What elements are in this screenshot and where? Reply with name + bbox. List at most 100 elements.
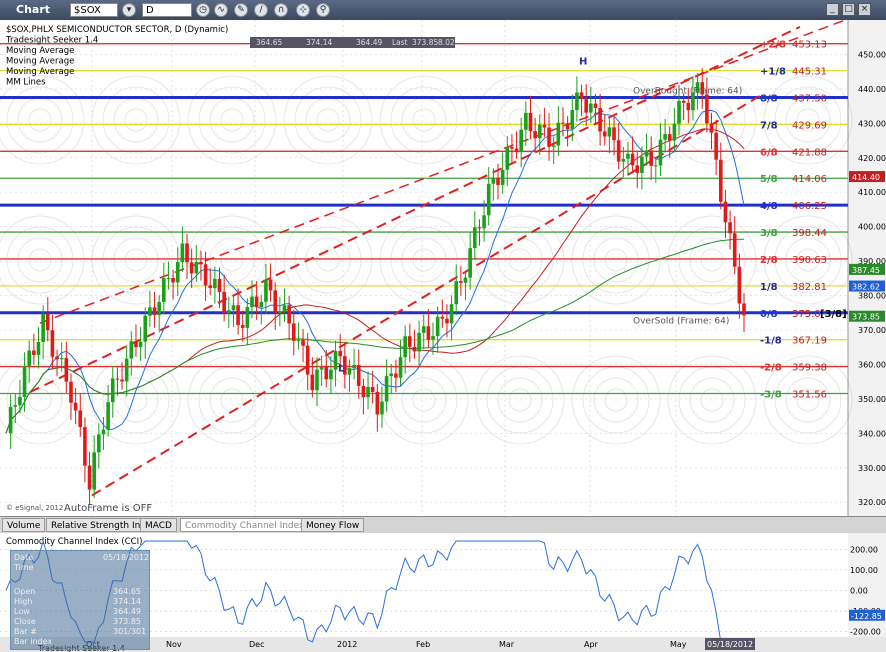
symbol-input[interactable]: $SOX (70, 3, 118, 17)
quote-strip-value: 364.49 (356, 38, 382, 47)
candle-body (106, 402, 110, 430)
candle-body (120, 379, 124, 382)
candle-body (486, 183, 491, 216)
candle-body (491, 177, 496, 184)
candle-body (607, 127, 612, 137)
quote-strip-value: 8.02 (438, 38, 455, 47)
candle-body (640, 156, 644, 173)
line-tool-icon[interactable]: / (254, 3, 268, 17)
candle-body (87, 465, 92, 490)
price-tick-label: 450.00 (858, 50, 886, 59)
candle-body (635, 165, 640, 173)
link-icon[interactable]: ⚲ (316, 3, 330, 17)
candle-body (231, 305, 236, 311)
candle-body (612, 127, 616, 141)
time-axis-label: Apr (584, 640, 599, 649)
candle-body (175, 262, 180, 283)
interval-input[interactable]: D (142, 3, 192, 17)
candle-body (18, 397, 22, 406)
candle-body (115, 378, 120, 380)
maximize-button[interactable]: □ (842, 3, 855, 16)
magnet-icon[interactable]: ∩ (274, 3, 288, 17)
candle-body (630, 153, 635, 166)
candle-body (463, 277, 468, 283)
mm-level-label: +2/8 (760, 40, 786, 51)
candle-body (315, 369, 319, 391)
minimize-button[interactable]: _ (826, 3, 839, 16)
candle-body (240, 325, 245, 328)
mm-level-label: 2/8 (760, 255, 778, 266)
price-tick-label: 360.00 (858, 360, 886, 369)
frame-tag: [3/8] (820, 309, 847, 320)
cci-current-value: -122.85 (851, 612, 882, 621)
tab-volume[interactable]: Volume (2, 518, 46, 532)
candle-body (152, 307, 157, 316)
candle-body (718, 159, 723, 202)
price-chart[interactable]: 450.00 440.00 430.00 420.00 410.00 400.00 390.… (0, 20, 886, 516)
candle-body (389, 373, 394, 377)
price-tick-label: 430.00 (858, 119, 886, 128)
candle-body (291, 323, 296, 341)
candle-body (366, 387, 370, 398)
candle-body (626, 153, 630, 159)
symbol-lookup-icon[interactable]: ▾ (122, 3, 136, 17)
candle-body (732, 233, 737, 267)
candle-body (278, 311, 282, 313)
candle-body (468, 248, 472, 278)
candle-body (264, 279, 268, 302)
candle-body (417, 332, 421, 352)
candle-body (403, 336, 407, 358)
candle-body (677, 100, 681, 124)
candle-body (542, 124, 547, 128)
mm-level-label: 0/8 (760, 309, 778, 320)
mm-level-value: 453.13 (792, 40, 827, 51)
time-axis-label: Nov (166, 640, 182, 649)
info-date: 05/18/2012 (103, 553, 150, 562)
candle-body (459, 281, 463, 283)
mm-level-label: -3/8 (760, 390, 782, 401)
candle-body (245, 306, 250, 328)
cursor-icon[interactable]: ⊹ (296, 3, 310, 17)
candle-body (510, 146, 514, 149)
candle-body (134, 341, 138, 348)
pencil-icon[interactable]: ✎ (234, 3, 248, 17)
draw-tool-icon[interactable]: ∿ (214, 3, 228, 17)
candle-body (421, 326, 426, 333)
cci-tick-label: 100.00 (850, 566, 878, 575)
candle-body (426, 326, 431, 340)
candle-body (593, 103, 598, 109)
candle-body (347, 368, 352, 375)
mm-level-label: -1/8 (760, 336, 782, 347)
mm-level-value: 437.50 (792, 94, 827, 105)
info-barindex-label: Bar index (14, 637, 53, 646)
window-titlebar[interactable]: Chart $SOX ▾ D ◷ ∿ ✎ / ∩ ⊹ ⚲ _ □ × (0, 0, 886, 21)
info-open-label: Open (14, 587, 36, 596)
price-tick-label: 440.00 (858, 85, 886, 94)
tab-macd[interactable]: MACD (140, 518, 177, 532)
candle-body (36, 341, 41, 355)
legend-text: Moving Average (6, 67, 74, 77)
plot-background (0, 20, 886, 516)
candle-body (305, 345, 310, 375)
tab-money-flow[interactable]: Money Flow (301, 518, 365, 532)
candle-body (709, 123, 714, 133)
price-tag-text: 382.62 (852, 283, 880, 292)
price-tick-label: 330.00 (858, 464, 886, 473)
candle-body (138, 341, 143, 348)
candle-body (398, 357, 403, 378)
study-tab-bar: Volume Relative Strength Index MACD Comm… (0, 516, 886, 534)
price-tick-label: 420.00 (858, 154, 886, 163)
candle-body (533, 131, 537, 139)
clock-icon[interactable]: ◷ (196, 3, 210, 17)
info-open: 364.65 (113, 587, 141, 596)
candle-body (296, 339, 301, 341)
close-button[interactable]: × (858, 3, 871, 16)
candle-body (208, 285, 213, 288)
info-bar-label: Bar # (14, 627, 37, 636)
candle-body (83, 427, 87, 466)
candle-body (55, 356, 59, 360)
mm-level-value: 421.88 (792, 147, 827, 158)
cci-title: Commodity Channel Index (CCI) (6, 537, 142, 547)
price-tag-text: 387.45 (852, 266, 880, 275)
candle-body (50, 330, 55, 357)
